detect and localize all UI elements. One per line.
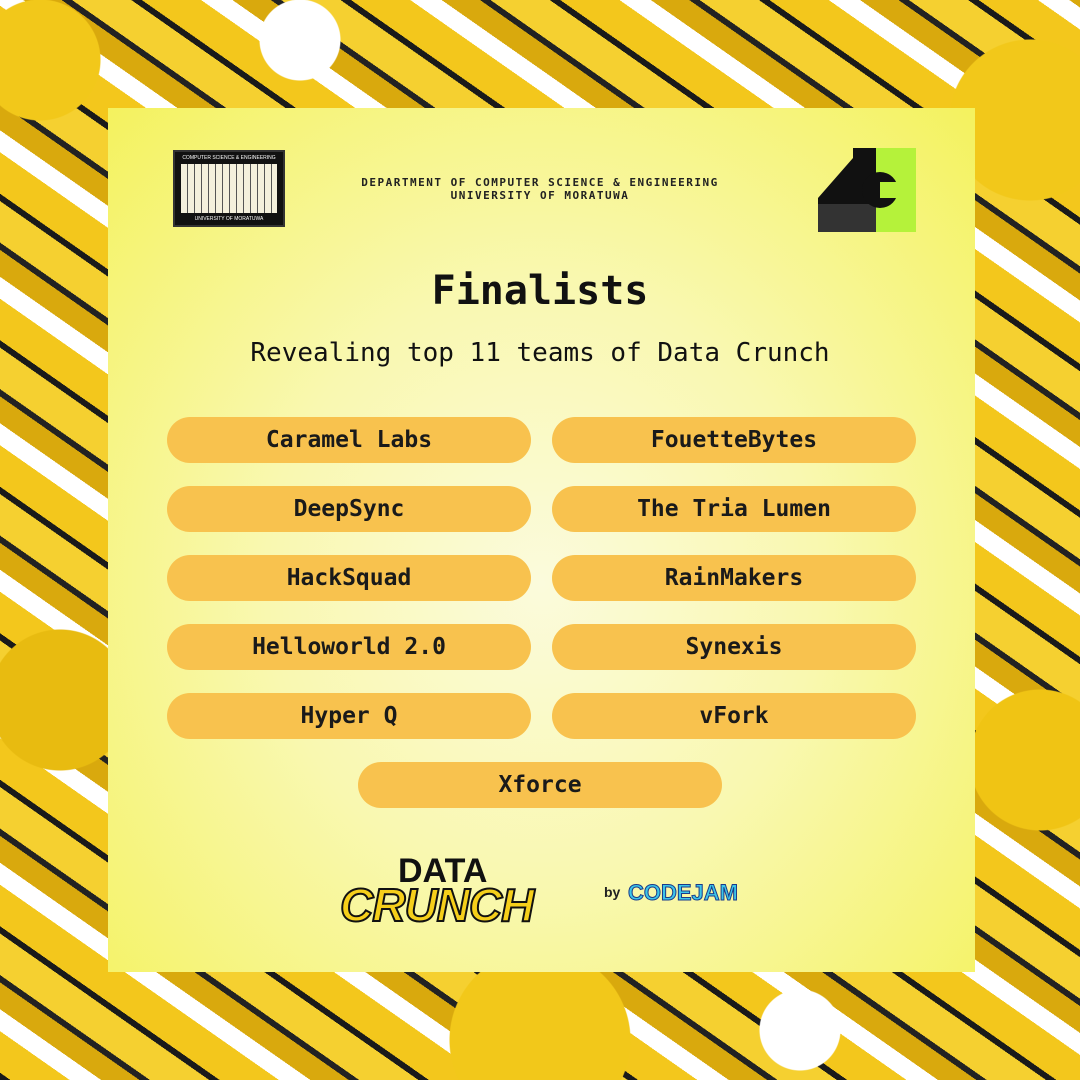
logo-text-top: COMPUTER SCIENCE & ENGINEERING [182,155,276,161]
department-heading: DEPARTMENT OF COMPUTER SCIENCE & ENGINEE… [300,176,780,202]
poster-panel [108,108,975,972]
department-name: DEPARTMENT OF COMPUTER SCIENCE & ENGINEE… [361,176,719,189]
page-title: Finalists [431,268,649,314]
team-pill: vFork [552,693,916,739]
team-pill: Hyper Q [167,693,531,739]
team-pill: Xforce [358,762,722,808]
team-pill: Caramel Labs [167,417,531,463]
logo-text-bottom: UNIVERSITY OF MORATUWA [194,216,264,222]
university-name: UNIVERSITY OF MORATUWA [450,189,630,202]
uom-cse-logo: COMPUTER SCIENCE & ENGINEERING UNIVERSIT… [173,150,285,227]
codejam-logo: CODEJAM [627,880,739,906]
team-pill: Helloworld 2.0 [167,624,531,670]
cse-40-logo-icon [818,148,916,232]
by-label: by [604,884,621,900]
page-subtitle: Revealing top 11 teams of Data Crunch [250,338,830,368]
team-pill: FouetteBytes [552,417,916,463]
team-pill: RainMakers [552,555,916,601]
data-crunch-logo: DATA CRUNCH [339,852,570,957]
team-pill: Synexis [552,624,916,670]
team-pill: The Tria Lumen [552,486,916,532]
logo-crunch-text: CRUNCH [339,878,535,932]
team-pill: HackSquad [167,555,531,601]
abacus-icon [181,164,277,213]
team-pill: DeepSync [167,486,531,532]
